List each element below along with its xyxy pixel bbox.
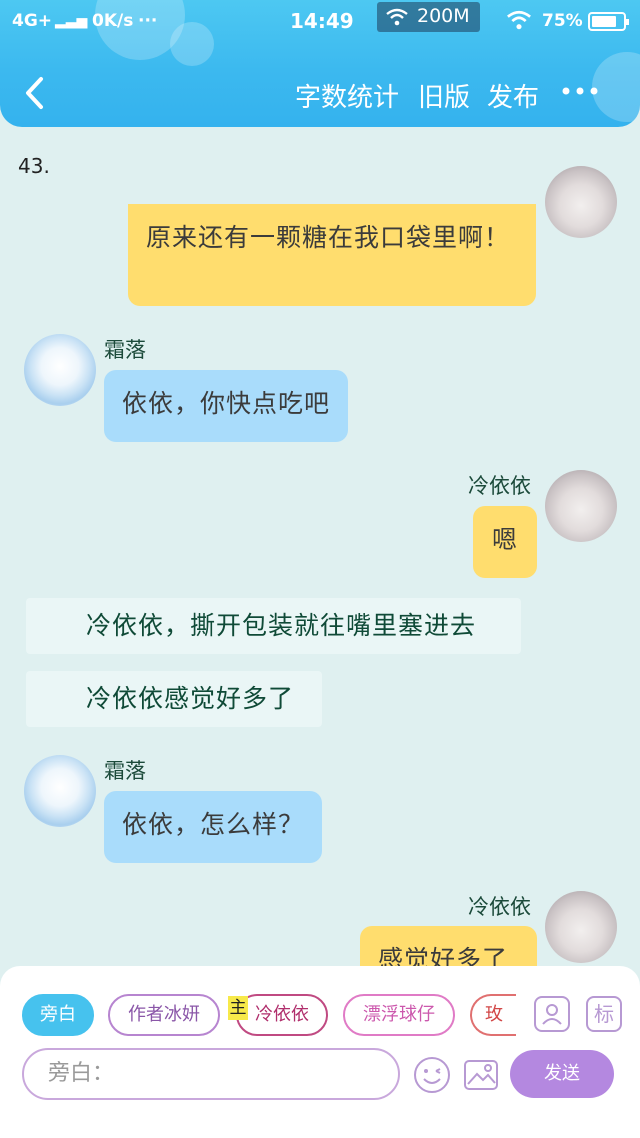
network-type: 4G+ (12, 11, 53, 31)
role-chip-narration[interactable]: 旁白 (22, 994, 94, 1036)
battery-icon (588, 12, 629, 31)
publish-button[interactable]: 发布 (487, 77, 539, 114)
status-bar: 4G+ ▂▃▅ 0K/s ··· 14:49 200M 75% (0, 0, 640, 44)
sender-name: 冷依依 (468, 895, 531, 919)
narration-line: 冷依依感觉好多了 (26, 671, 322, 727)
battery-percent: 75% (542, 11, 583, 31)
data-usage-text: 200M (417, 5, 470, 27)
app-header: 4G+ ▂▃▅ 0K/s ··· 14:49 200M 75% 字数统计 旧版 … (0, 0, 640, 127)
old-version-button[interactable]: 旧版 (418, 77, 470, 114)
emoji-icon[interactable] (413, 1056, 451, 1094)
message-bubble: 依依，怎么样？ (104, 791, 323, 863)
wifi-icon (506, 10, 532, 35)
clock: 14:49 (290, 9, 354, 33)
word-count-button[interactable]: 字数统计 (295, 77, 399, 114)
add-role-icon[interactable] (534, 996, 570, 1032)
more-options-icon[interactable] (560, 76, 600, 106)
avatar[interactable] (24, 755, 96, 827)
sender-name: 霜落 (104, 759, 146, 783)
narration-line: 冷依依，撕开包装就往嘴里塞进去 (26, 598, 521, 654)
role-chip-lengyiyi[interactable]: 冷依依 (236, 994, 328, 1036)
signal-icon: ▂▃▅ (55, 13, 88, 29)
nav-bar: 字数统计 旧版 发布 (0, 62, 640, 122)
avatar[interactable] (545, 891, 617, 963)
sender-name: 霜落 (104, 338, 146, 362)
send-button[interactable]: 发送 (510, 1050, 614, 1098)
wifi-icon (386, 8, 408, 30)
role-chip-author[interactable]: 作者冰妍 (108, 994, 220, 1036)
data-usage-badge: 200M (377, 2, 480, 32)
message-input[interactable]: 旁白： (22, 1048, 400, 1100)
message-bubble: 依依，你快点吃吧 (104, 370, 349, 442)
message-bubble: 嗯 (473, 506, 537, 578)
image-icon[interactable] (462, 1056, 500, 1094)
net-speed: 0K/s (92, 11, 134, 31)
avatar[interactable] (545, 166, 617, 238)
back-arrow-icon[interactable] (22, 76, 48, 110)
avatar[interactable] (545, 470, 617, 542)
role-chip-piaofuqiuzai[interactable]: 漂浮球仔 (343, 994, 455, 1036)
message-bubble: 原来还有一颗糖在我口袋里啊！ (128, 204, 536, 306)
bottom-strip (0, 1100, 640, 1138)
more-status-icon: ··· (138, 11, 158, 31)
tag-icon[interactable]: 标 (586, 996, 622, 1032)
role-chip-mei[interactable]: 玫 (470, 994, 516, 1036)
chapter-label: 43. (18, 154, 50, 178)
main-role-badge: 主 (228, 996, 248, 1020)
avatar[interactable] (24, 334, 96, 406)
sender-name: 冷依依 (468, 474, 531, 498)
